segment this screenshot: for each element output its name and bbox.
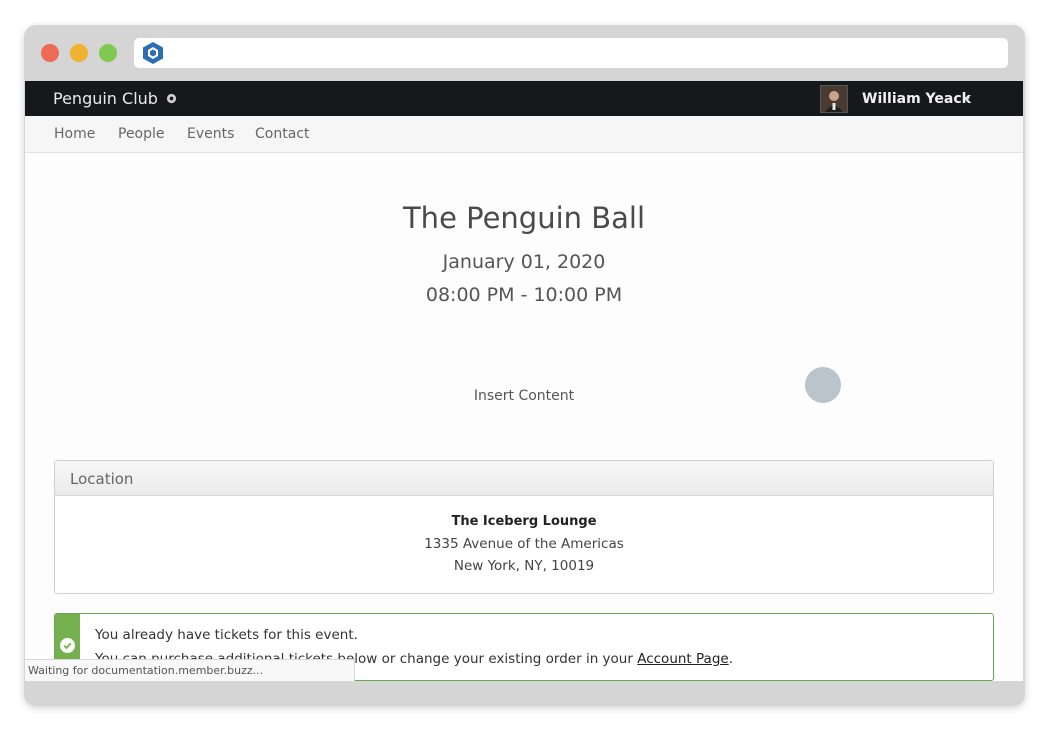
venue-name: The Iceberg Lounge (451, 514, 597, 529)
nav-contact[interactable]: Contact (255, 126, 309, 142)
avatar-portrait-icon (821, 86, 847, 112)
venue-address-line2: New York, NY, 10019 (453, 558, 595, 574)
close-window-button[interactable] (41, 44, 59, 62)
event-date: January 01, 2020 (442, 251, 606, 273)
alert-message-line1: You already have tickets for this event. (95, 627, 358, 643)
user-avatar[interactable] (820, 85, 848, 113)
browser-logo-icon (143, 42, 163, 64)
location-panel: Location The Iceberg Lounge 1335 Avenue … (54, 460, 994, 594)
maximize-window-button[interactable] (99, 44, 117, 62)
alert-line2-end: . (728, 651, 733, 667)
content-placeholder: Insert Content (473, 388, 575, 404)
secondary-nav: Home People Events Contact (25, 116, 1023, 153)
browser-status-bar: Waiting for documentation.member.buzz... (25, 659, 355, 681)
address-bar[interactable] (134, 38, 1008, 68)
event-time: 08:00 PM - 10:00 PM (425, 284, 623, 306)
location-panel-header: Location (55, 461, 993, 496)
cursor-indicator (805, 367, 841, 403)
chevron-down-icon[interactable] (964, 97, 970, 101)
settings-dot-icon[interactable] (166, 93, 177, 104)
top-navbar: Penguin Club William Yeack (25, 81, 1023, 116)
location-heading: Location (70, 470, 134, 488)
browser-titlebar (24, 25, 1025, 81)
minimize-window-button[interactable] (70, 44, 88, 62)
venue-address-line1: 1335 Avenue of the Americas (424, 536, 624, 552)
nav-home[interactable]: Home (54, 126, 95, 142)
brand-link[interactable]: Penguin Club (53, 89, 158, 108)
page-viewport: Penguin Club William Yeack Home People E… (25, 81, 1023, 681)
event-title: The Penguin Ball (402, 201, 646, 235)
account-page-link[interactable]: Account Page (637, 651, 728, 667)
nav-events[interactable]: Events (187, 126, 234, 142)
check-circle-icon (60, 638, 75, 653)
browser-window: Penguin Club William Yeack Home People E… (24, 25, 1025, 706)
nav-people[interactable]: People (118, 126, 165, 142)
user-menu[interactable]: William Yeack (862, 91, 971, 107)
